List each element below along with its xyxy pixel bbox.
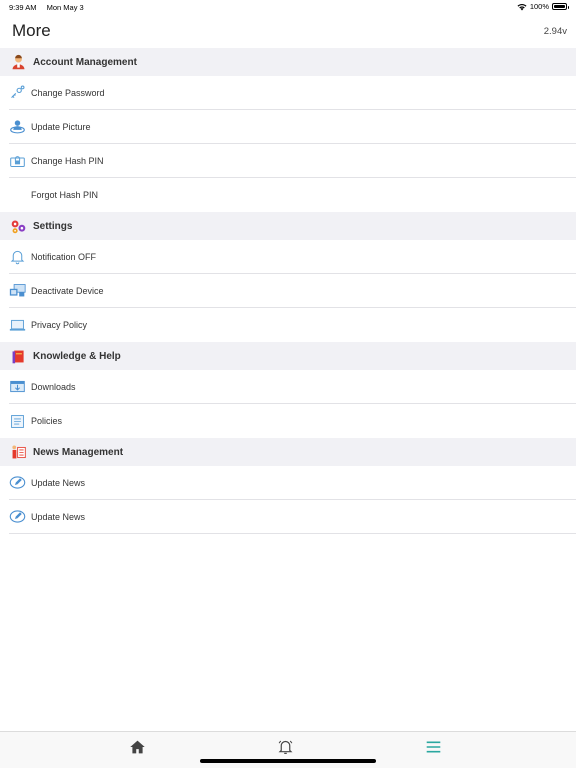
menu-item-label: Downloads xyxy=(31,381,76,392)
menu-item-label: Deactivate Device xyxy=(31,285,104,296)
status-time: 9:39 AM xyxy=(9,3,37,12)
section-header-settings: Settings xyxy=(0,212,576,240)
section-title: Knowledge & Help xyxy=(33,350,121,362)
bell-icon xyxy=(9,248,26,265)
battery-icon xyxy=(552,3,569,10)
edit-news-icon xyxy=(9,474,26,491)
header: More 2.94v xyxy=(0,20,576,46)
menu-item-downloads[interactable]: Downloads xyxy=(9,370,576,404)
menu-item-change-hash-pin[interactable]: Change Hash PIN xyxy=(9,144,576,178)
section-header-knowledge-help: Knowledge & Help xyxy=(0,342,576,370)
version-label: 2.94v xyxy=(543,26,567,37)
menu-item-label: Update News xyxy=(31,477,86,488)
page-title: More xyxy=(12,21,51,40)
section-title: Account Management xyxy=(33,56,137,68)
key-icon xyxy=(9,84,26,101)
status-right: 100% xyxy=(517,2,569,11)
menu-item-update-news[interactable]: Update News xyxy=(9,500,576,534)
menu-item-label: Change Password xyxy=(31,87,105,98)
download-box-icon xyxy=(9,378,26,395)
wifi-icon xyxy=(517,3,527,11)
status-date: Mon May 3 xyxy=(46,3,84,12)
menu-item-label: Update Picture xyxy=(31,121,91,132)
blank-icon xyxy=(9,187,26,204)
tab-more[interactable] xyxy=(425,738,443,756)
section-header-account-management: Account Management xyxy=(0,48,576,76)
status-left: 9:39 AM Mon May 3 xyxy=(9,3,92,12)
section-header-news-management: News Management xyxy=(0,438,576,466)
home-indicator xyxy=(200,759,376,763)
menu-item-label: Notification OFF xyxy=(31,251,97,262)
lock-screen-icon xyxy=(9,152,26,169)
menu-item-deactivate-device[interactable]: Deactivate Device xyxy=(9,274,576,308)
menu-icon xyxy=(425,738,442,755)
menu-item-change-password[interactable]: Change Password xyxy=(9,76,576,110)
bell-icon xyxy=(277,738,294,755)
laptop-icon xyxy=(9,317,26,334)
menu-item-policies[interactable]: Policies xyxy=(9,404,576,438)
edit-news-icon xyxy=(9,508,26,525)
section-title: News Management xyxy=(33,446,124,458)
menu-item-label: Update News xyxy=(31,511,86,522)
battery-percent: 100% xyxy=(529,2,549,11)
user-badge-icon xyxy=(9,118,26,135)
document-icon xyxy=(9,413,26,430)
gears-icon xyxy=(10,218,27,235)
menu-item-label: Privacy Policy xyxy=(31,320,88,330)
section-title: Settings xyxy=(33,220,73,232)
menu-item-forgot-hash-pin[interactable]: Forgot Hash PIN xyxy=(9,178,576,212)
menu-item-label: Forgot Hash PIN xyxy=(31,190,99,200)
menu-item-update-news[interactable]: Update News xyxy=(9,466,576,500)
menu-item-label: Change Hash PIN xyxy=(31,155,104,166)
menu-item-update-picture[interactable]: Update Picture xyxy=(9,110,576,144)
more-list: Account Management Change Password Updat… xyxy=(0,48,576,534)
status-bar: 9:39 AM Mon May 3 100% xyxy=(0,0,576,14)
home-icon xyxy=(129,738,146,755)
presenter-icon xyxy=(10,444,27,461)
tab-home[interactable] xyxy=(129,738,147,756)
menu-item-privacy-policy[interactable]: Privacy Policy xyxy=(9,308,576,342)
book-icon xyxy=(10,348,27,365)
tab-notifications[interactable] xyxy=(277,738,295,756)
devices-icon xyxy=(9,282,26,299)
menu-item-notification-off[interactable]: Notification OFF xyxy=(9,240,576,274)
menu-item-label: Policies xyxy=(31,416,63,426)
person-icon xyxy=(10,54,27,71)
